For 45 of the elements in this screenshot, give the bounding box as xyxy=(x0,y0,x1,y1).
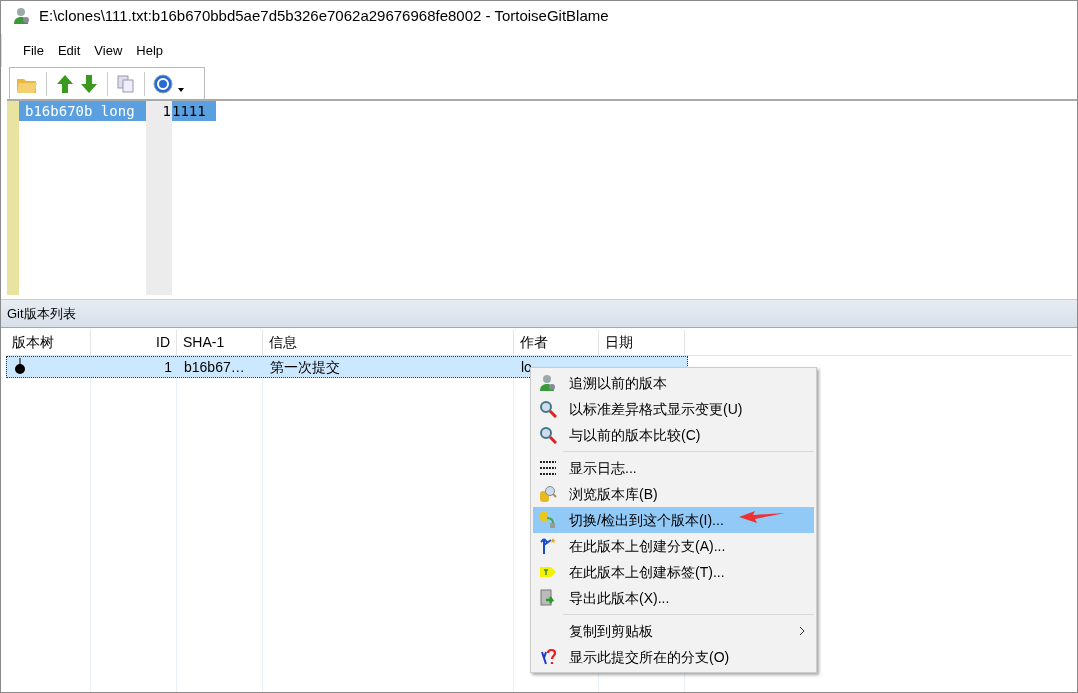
context-menu-item[interactable]: 在此版本上创建分支(A)... xyxy=(533,533,814,559)
lines-icon xyxy=(539,459,557,477)
branch-icon xyxy=(539,537,557,555)
graph-node-icon xyxy=(13,358,27,376)
context-menu-item[interactable]: 浏览版本库(B) xyxy=(533,481,814,507)
blame-revision: b16b670b long xyxy=(19,101,146,121)
up-arrow-icon[interactable] xyxy=(55,73,75,94)
menu-item[interactable]: Edit xyxy=(50,40,88,61)
table-cell-text: b16b67… xyxy=(183,358,246,377)
context-menu-item[interactable]: 导出此版本(X)... xyxy=(533,585,814,611)
context-menu-item[interactable]: 与以前的版本比较(C) xyxy=(533,422,814,448)
column-header[interactable]: 作者 xyxy=(514,330,599,355)
question-icon xyxy=(539,648,557,666)
column-header[interactable]: SHA-1 xyxy=(177,330,263,355)
magnifier-icon xyxy=(539,400,557,418)
database-icon xyxy=(539,485,557,503)
copy-icon[interactable] xyxy=(116,73,136,94)
menu-item[interactable]: Help xyxy=(129,40,171,61)
table-cell-text: 第一次提交 xyxy=(269,358,341,377)
context-menu-item[interactable]: 切换/检出到这个版本(I)... xyxy=(533,507,814,533)
context-menu-item[interactable]: 以标准差异格式显示变更(U) xyxy=(533,396,814,422)
user-icon xyxy=(539,374,557,392)
column-header[interactable]: 信息 xyxy=(263,330,514,355)
context-menu-item[interactable]: 显示日志... xyxy=(533,455,814,481)
arrow-annotation xyxy=(739,510,785,524)
menu-item[interactable]: File xyxy=(16,40,51,61)
context-menu-item[interactable]: 追溯以前的版本 xyxy=(533,370,814,396)
context-menu-item[interactable]: 在此版本上创建标签(T)... xyxy=(533,559,814,585)
magnifier-icon xyxy=(539,426,557,444)
column-header[interactable]: 版本树 xyxy=(6,330,91,355)
line-number: 1 xyxy=(161,102,172,121)
column-header[interactable]: 日期 xyxy=(599,330,685,355)
export-icon xyxy=(539,589,557,607)
database-arrow-icon xyxy=(539,511,557,529)
context-menu-item[interactable]: 显示此提交所在的分支(O) xyxy=(533,644,814,670)
help-icon[interactable] xyxy=(153,73,173,94)
panel-header: Git版本列表 xyxy=(1,300,1077,328)
menu-item[interactable]: View xyxy=(87,40,130,61)
down-arrow-icon[interactable] xyxy=(79,73,99,94)
table-cell-text: 1 xyxy=(163,358,173,377)
context-menu-item[interactable]: 复制到剪贴板 xyxy=(533,618,814,644)
chevron-right-icon xyxy=(798,626,806,636)
window-title: E:\clones\111.txt:b16b670bbd5ae7d5b326e7062a29676968fe8002 - TortoiseGitBlame xyxy=(39,5,609,26)
app-icon xyxy=(13,7,31,25)
column-header[interactable]: ID xyxy=(91,330,177,355)
